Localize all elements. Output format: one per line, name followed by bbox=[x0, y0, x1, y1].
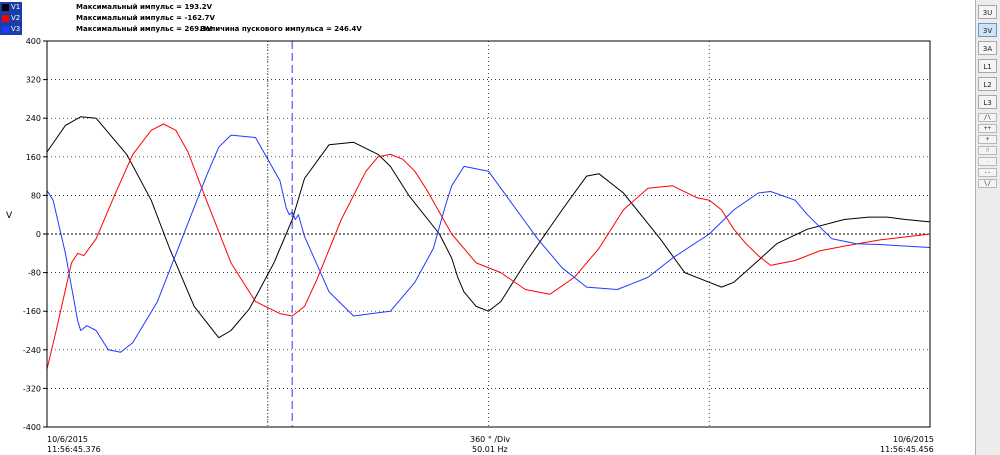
legend-swatch-v1[interactable]: V1 bbox=[0, 2, 22, 13]
channel-l3-button[interactable]: L3 bbox=[978, 95, 997, 109]
end-time: 11:56:45.456 bbox=[880, 445, 934, 454]
zoom-reset-button[interactable]: 0 bbox=[978, 146, 997, 155]
zoom-in-button[interactable]: + bbox=[978, 135, 997, 144]
y-tick-label: -160 bbox=[23, 307, 41, 316]
legend-value-v3: Максимальный импульс = 269.3V bbox=[76, 25, 213, 33]
channel-3u-button[interactable]: 3U bbox=[978, 5, 997, 19]
zoom-in-fast-button[interactable]: ++ bbox=[978, 124, 997, 133]
legend-panel: V1 Максимальный импульс = 193.2V V2 Макс… bbox=[0, 0, 975, 37]
start-time: 11:56:45.376 bbox=[47, 445, 101, 454]
division-scale: 360 ° /Div bbox=[470, 435, 511, 444]
start-date: 10/6/2015 bbox=[47, 435, 89, 444]
legend-label-v2: V2 bbox=[11, 14, 21, 22]
legend-row-v3[interactable]: V3 Максимальный импульс = 269.3V Величин… bbox=[0, 24, 500, 35]
channel-l1-button[interactable]: L1 bbox=[978, 59, 997, 73]
end-date: 10/6/2015 bbox=[893, 435, 935, 444]
v2-color-chip bbox=[2, 15, 9, 22]
y-tick-label: -320 bbox=[23, 384, 41, 393]
y-tick-label: 0 bbox=[36, 230, 41, 239]
legend-row-v2[interactable]: V2 Максимальный импульс = -162.7V bbox=[0, 13, 400, 24]
v1-color-chip bbox=[2, 4, 9, 11]
y-tick-label: 320 bbox=[26, 76, 41, 85]
legend-label-v3: V3 bbox=[11, 25, 21, 33]
v3-color-chip bbox=[2, 26, 9, 33]
zoom-min-button[interactable]: \/ bbox=[978, 179, 997, 188]
frequency-readout: 50.01 Hz bbox=[472, 445, 508, 454]
zoom-out-fast-button[interactable]: -- bbox=[978, 168, 997, 177]
zoom-max-button[interactable]: /\ bbox=[978, 113, 997, 122]
channel-3v-button[interactable]: 3V bbox=[978, 23, 997, 37]
time-axis-footer: 10/6/2015 11:56:45.376 360 ° /Div 50.01 … bbox=[0, 430, 975, 455]
y-axis-label: V bbox=[6, 211, 13, 221]
y-tick-label: 400 bbox=[26, 37, 41, 46]
legend-value-v2: Максимальный импульс = -162.7V bbox=[76, 14, 215, 22]
waveform-chart[interactable]: 400 320 240 160 80 0 -80 -160 -240 -320 -400 V bbox=[0, 36, 975, 430]
channel-l2-button[interactable]: L2 bbox=[978, 77, 997, 91]
legend-swatch-v2[interactable]: V2 bbox=[0, 13, 22, 24]
y-tick-label: 240 bbox=[26, 114, 41, 123]
legend-swatch-v3[interactable]: V3 bbox=[0, 24, 22, 35]
legend-row-v1[interactable]: V1 Максимальный импульс = 193.2V bbox=[0, 2, 400, 13]
trigger-pulse-value: Величина пускового импульса = 246.4V bbox=[200, 25, 362, 33]
y-tick-label: -240 bbox=[23, 346, 41, 355]
chart-background bbox=[0, 36, 975, 430]
y-tick-label: 160 bbox=[26, 153, 41, 162]
legend-value-v1: Максимальный импульс = 193.2V bbox=[76, 3, 213, 11]
channel-sidebar: 3U 3V 3A L1 L2 L3 /\ ++ + 0 - -- \/ bbox=[975, 0, 1000, 455]
y-tick-label: 80 bbox=[31, 191, 41, 200]
y-tick-label: -400 bbox=[23, 423, 41, 430]
zoom-out-button[interactable]: - bbox=[978, 157, 997, 166]
y-tick-label: -80 bbox=[28, 269, 41, 278]
channel-3a-button[interactable]: 3A bbox=[978, 41, 997, 55]
legend-label-v1: V1 bbox=[11, 3, 21, 11]
